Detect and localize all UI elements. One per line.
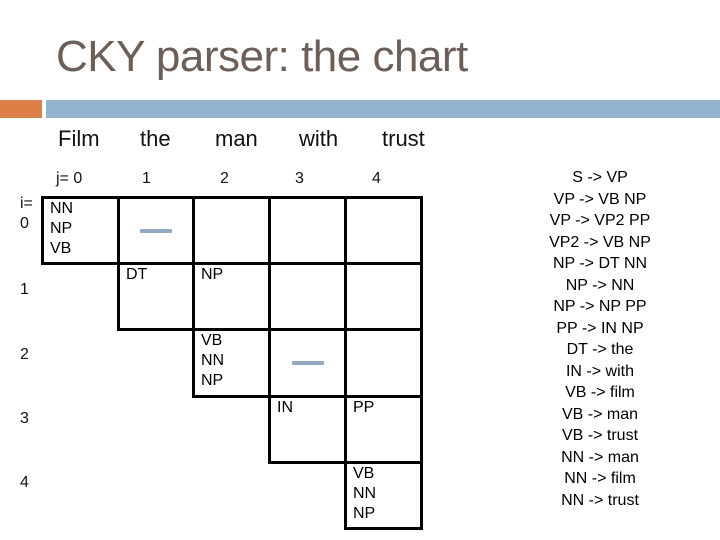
column-index-3: 3: [295, 170, 304, 187]
chart-cell-1-2: NP: [192, 262, 271, 331]
grammar-rule: NN -> film: [564, 470, 636, 487]
grammar-rule: NP -> NN: [565, 276, 635, 294]
grammar-rule: VP -> VP2 PP: [549, 212, 651, 229]
grammar-rule: NN -> trust: [561, 491, 639, 509]
chart-cell-0-0: NN NP VB: [41, 196, 120, 265]
chart-cell-2-2: VB NN NP: [192, 328, 271, 398]
column-index-value: 0: [73, 170, 83, 187]
grammar-rule: VB -> man: [561, 405, 639, 423]
chart-cell-0-1: [117, 196, 195, 265]
column-index-0: j= 0: [56, 170, 82, 188]
chart-cell-2-4: [344, 328, 423, 398]
chart-cell-3-3: IN: [268, 395, 347, 464]
empty-cell-dash-icon: [291, 361, 324, 365]
cell-labels: IN: [277, 399, 293, 416]
cell-labels: PP: [353, 399, 375, 416]
chart-cell-0-2: [192, 196, 271, 265]
chart-cell-1-1: DT: [117, 262, 195, 331]
accent-bar-blue: [46, 100, 720, 118]
word-film: Film: [58, 126, 100, 151]
grammar-rule: S -> VP: [572, 169, 628, 186]
cell-labels: VB NN NP: [201, 332, 225, 389]
word-with: with: [299, 126, 339, 151]
grammar-rule: VP -> VB NP: [553, 190, 647, 208]
word-the: the: [140, 126, 171, 151]
row-index-value: 0: [20, 215, 29, 232]
chart-cell-2-3: [268, 328, 347, 398]
empty-cell-dash-icon: [140, 228, 172, 233]
word-trust: trust: [382, 126, 425, 151]
column-index-4: 4: [372, 170, 381, 187]
chart-cell-1-3: [268, 262, 347, 331]
slide-title: CKY parser: the chart: [56, 32, 468, 81]
word-man: man: [215, 126, 258, 151]
cell-labels: NP: [201, 266, 224, 283]
chart-cell-1-4: [344, 262, 423, 331]
grammar-rule: DT -> the: [566, 341, 634, 358]
column-index-1: 1: [142, 170, 151, 187]
chart-cell-0-4: [344, 196, 423, 265]
column-prefix: j=: [56, 170, 74, 187]
cell-labels: NN NP VB: [50, 200, 74, 257]
chart-cell-4-4: VB NN NP: [344, 461, 423, 530]
grammar-rule: NN -> man: [561, 448, 639, 466]
chart-cell-3-4: PP: [344, 395, 423, 464]
row-index-2: 2: [20, 346, 29, 363]
grammar-rule: NP -> NP PP: [553, 298, 647, 315]
row-index-4: 4: [20, 474, 29, 491]
cell-labels: DT: [126, 266, 148, 283]
grammar-rules-list: S -> VP VP -> VB NP VP -> VP2 PP VP2 -> VB …: [510, 167, 690, 511]
accent-bar-orange: [0, 100, 42, 118]
cell-labels: VB NN NP: [353, 465, 377, 522]
grammar-rule: VB -> trust: [561, 427, 639, 444]
row-prefix: i=: [20, 195, 33, 212]
grammar-rule: IN -> with: [565, 362, 634, 380]
chart-cell-0-3: [268, 196, 347, 265]
row-index-0: i= 0: [20, 194, 33, 234]
grammar-rule: PP -> IN NP: [556, 319, 644, 337]
column-index-2: 2: [220, 170, 229, 187]
grammar-rule: VB -> film: [565, 384, 635, 401]
grammar-rule: VP2 -> VB NP: [549, 233, 651, 251]
row-index-3: 3: [20, 410, 29, 427]
row-index-1: 1: [20, 281, 29, 298]
grammar-rule: NP -> DT NN: [552, 255, 648, 272]
